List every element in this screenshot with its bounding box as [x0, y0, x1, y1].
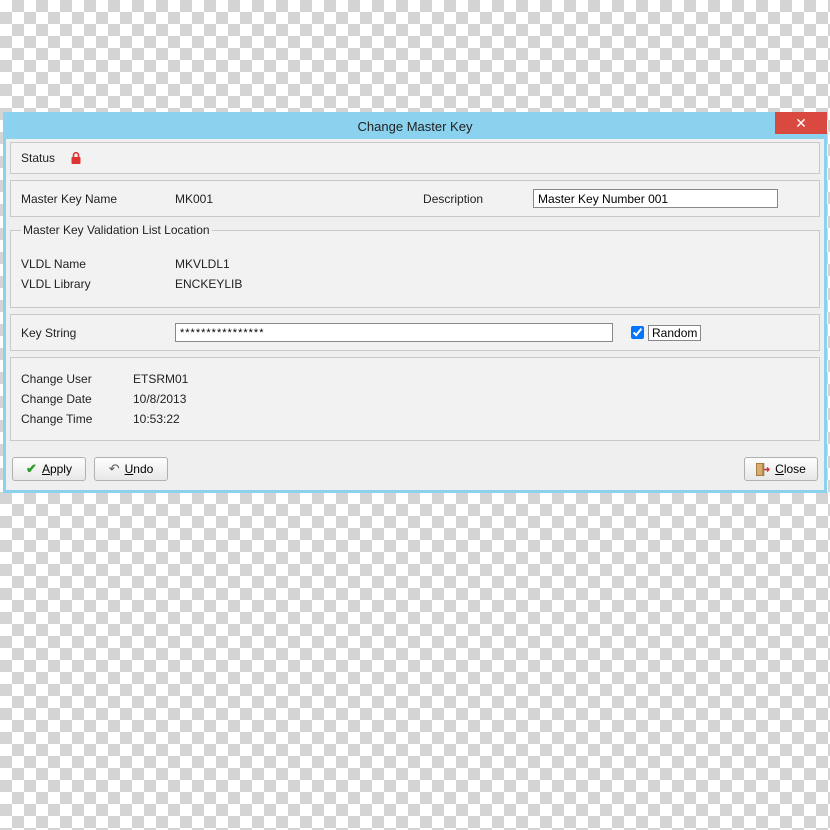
- description-input[interactable]: [533, 189, 778, 208]
- vldl-library-label: VLDL Library: [21, 277, 175, 291]
- key-string-label: Key String: [21, 326, 175, 340]
- master-key-panel: Master Key Name MK001 Description: [10, 180, 820, 217]
- close-rest: lose: [784, 462, 806, 476]
- undo-mnemonic: U: [125, 462, 134, 476]
- undo-button[interactable]: ↶ Undo: [94, 457, 168, 481]
- undo-icon: ↶: [109, 461, 120, 477]
- apply-button[interactable]: ✔ Apply: [12, 457, 86, 481]
- change-user-value: ETSRM01: [133, 372, 188, 386]
- button-bar: ✔ Apply ↶ Undo Close: [6, 447, 824, 487]
- random-label[interactable]: Random: [648, 325, 701, 341]
- close-button[interactable]: Close: [744, 457, 818, 481]
- key-string-panel: Key String Random: [10, 314, 820, 351]
- door-icon: [756, 463, 770, 476]
- master-key-name-value: MK001: [175, 192, 213, 206]
- apply-mnemonic: A: [42, 462, 50, 476]
- dialog-content: Status Master Key Name MK001 Description…: [6, 139, 824, 490]
- change-date-value: 10/8/2013: [133, 392, 186, 406]
- undo-rest: ndo: [133, 462, 153, 476]
- vldl-name-value: MKVLDL1: [175, 257, 230, 271]
- vldl-library-value: ENCKEYLIB: [175, 277, 242, 291]
- change-time-label: Change Time: [21, 412, 133, 426]
- dialog-window: Change Master Key ✕ Status Master Key Na…: [3, 112, 827, 493]
- key-string-input[interactable]: [175, 323, 613, 342]
- vldl-name-label: VLDL Name: [21, 257, 175, 271]
- vldl-legend: Master Key Validation List Location: [21, 223, 212, 237]
- change-time-value: 10:53:22: [133, 412, 180, 426]
- window-title: Change Master Key: [358, 119, 473, 134]
- close-window-button[interactable]: ✕: [775, 112, 827, 134]
- change-info-panel: Change User ETSRM01 Change Date 10/8/201…: [10, 357, 820, 441]
- status-label: Status: [21, 151, 55, 165]
- description-label: Description: [423, 192, 533, 206]
- status-panel: Status: [10, 142, 820, 174]
- apply-rest: pply: [50, 462, 72, 476]
- master-key-name-label: Master Key Name: [21, 192, 175, 206]
- close-mnemonic: C: [775, 462, 784, 476]
- check-icon: ✔: [26, 461, 37, 477]
- random-checkbox[interactable]: [631, 326, 644, 339]
- change-user-label: Change User: [21, 372, 133, 386]
- titlebar[interactable]: Change Master Key ✕: [6, 115, 824, 139]
- lock-icon: [69, 151, 83, 165]
- change-date-label: Change Date: [21, 392, 133, 406]
- vldl-fieldset: Master Key Validation List Location VLDL…: [10, 223, 820, 308]
